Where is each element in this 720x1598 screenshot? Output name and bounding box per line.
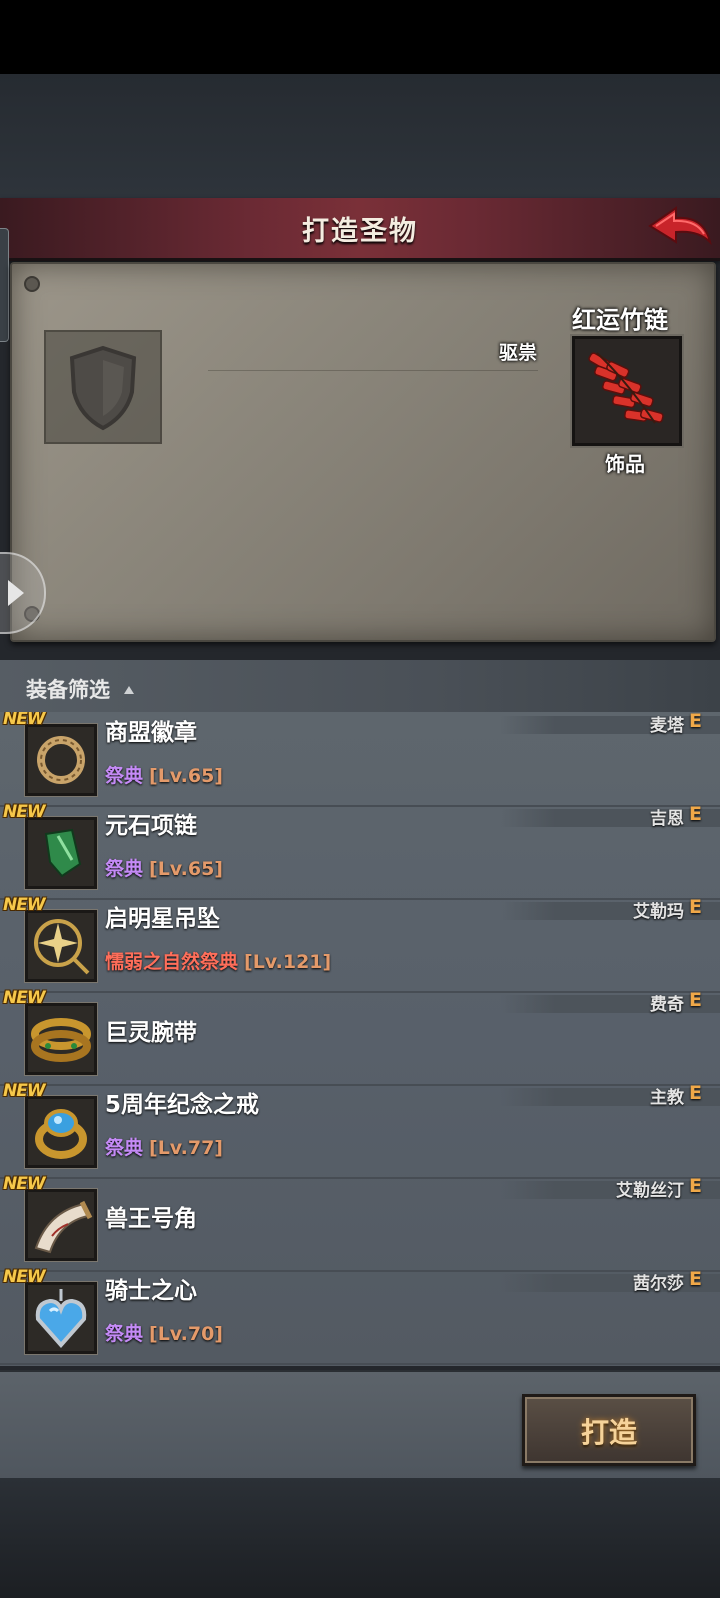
item-requirement: 祭典 [Lv.77] <box>105 1133 223 1160</box>
craft-button-label: 打造 <box>580 1416 637 1449</box>
new-badge: NEW <box>3 988 46 1008</box>
requirement-level: [Lv.121] <box>244 951 332 973</box>
grade-badge: E <box>689 1175 702 1197</box>
item-requirement: 祭典 [Lv.65] <box>105 854 223 881</box>
item-name: 巨灵腕带 <box>105 1020 197 1046</box>
grade-badge: E <box>689 989 702 1011</box>
side-tab[interactable] <box>0 228 9 342</box>
firecracker-icon <box>588 352 664 424</box>
compass-star-pendant-icon <box>34 919 90 975</box>
list-item[interactable]: NEW 元石项链祭典 [Lv.65] 吉恩 E <box>0 802 720 900</box>
caret-up-icon[interactable] <box>124 686 134 694</box>
selected-item-slot[interactable] <box>572 336 682 446</box>
heart-pendant-icon <box>35 1289 87 1349</box>
item-icon-slot[interactable] <box>25 910 97 982</box>
item-list: NEW 商盟徽章 祭典 [Lv.65] 麦塔 E NEW 元石项链 祭典 [Lv.65] 吉恩 E NE… <box>0 712 720 1366</box>
requirement-text: 懦弱之自然祭典 <box>105 951 239 973</box>
requirement-text: 祭典 <box>105 765 144 787</box>
new-badge: NEW <box>3 1174 46 1194</box>
item-icon-slot[interactable] <box>25 817 97 889</box>
blue-gem-ring-icon <box>35 1109 87 1159</box>
selected-item-type: 饰品 <box>605 452 645 476</box>
rivet-icon <box>24 276 40 292</box>
divider <box>208 370 538 371</box>
item-icon-slot[interactable] <box>25 1003 97 1075</box>
empty-equipment-slot[interactable] <box>44 330 162 444</box>
hero-band <box>500 1088 720 1106</box>
shield-icon <box>69 345 137 431</box>
requirement-level: [Lv.65] <box>149 765 223 787</box>
item-requirement: 祭典 [Lv.65] <box>105 761 223 788</box>
list-item[interactable]: NEW 巨灵腕带 费奇 E <box>0 988 720 1086</box>
item-name: 商盟徽章 <box>105 720 197 746</box>
hero-name: 主教 <box>650 1088 684 1108</box>
hero-name: 茜尔莎 <box>633 1274 684 1294</box>
hero-band <box>500 1181 720 1199</box>
item-name: 5周年纪念之戒 <box>105 1092 260 1118</box>
play-arrow-icon <box>8 580 24 606</box>
grade-badge: E <box>689 1082 702 1104</box>
new-badge: NEW <box>3 712 46 729</box>
item-name: 骑士之心 <box>105 1278 197 1304</box>
requirement-level: [Lv.65] <box>149 858 223 880</box>
item-icon-slot[interactable] <box>25 724 97 796</box>
requirement-level: [Lv.70] <box>149 1323 223 1345</box>
selected-item-tag: 驱祟 <box>498 342 537 364</box>
back-arrow-icon[interactable] <box>646 202 714 252</box>
grade-badge: E <box>689 803 702 825</box>
new-badge: NEW <box>3 802 46 822</box>
hero-band <box>500 809 720 827</box>
item-icon-slot[interactable] <box>25 1096 97 1168</box>
gold-bracelet-icon <box>31 1018 91 1062</box>
background-bottom <box>0 1478 720 1598</box>
new-badge: NEW <box>3 1081 46 1101</box>
title-bar: 打造圣物 <box>0 198 720 261</box>
craft-button[interactable]: 打造 <box>522 1394 696 1466</box>
grade-badge: E <box>689 1268 702 1290</box>
horn-icon <box>34 1200 93 1254</box>
hero-band <box>500 1274 720 1292</box>
requirement-text: 祭典 <box>105 858 144 880</box>
hero-band <box>500 995 720 1013</box>
new-badge: NEW <box>3 895 46 915</box>
item-name: 启明星吊坠 <box>105 906 220 932</box>
hero-name: 麦塔 <box>650 716 684 736</box>
selected-item-name: 红运竹链 <box>572 306 668 334</box>
list-item[interactable]: NEW 启明星吊坠懦弱之自然祭典 [Lv.121] 艾勒玛 E <box>0 895 720 993</box>
item-name: 兽王号角 <box>105 1206 197 1232</box>
list-item[interactable]: NEW 骑士之心祭典 [Lv.70] 茜尔莎 E <box>0 1267 720 1365</box>
green-crystal-necklace-icon <box>44 828 82 878</box>
requirement-text: 祭典 <box>105 1323 144 1345</box>
requirement-level: [Lv.77] <box>149 1137 223 1159</box>
page-title: 打造圣物 <box>302 216 418 247</box>
ring-coil-icon <box>37 736 85 784</box>
expand-arrow-button[interactable] <box>0 552 46 634</box>
hero-name: 艾勒丝汀 <box>616 1181 684 1201</box>
item-requirement: 懦弱之自然祭典 [Lv.121] <box>105 947 331 974</box>
item-icon-slot[interactable] <box>25 1282 97 1354</box>
item-requirement: 祭典 [Lv.70] <box>105 1319 223 1346</box>
new-badge: NEW <box>3 1267 46 1287</box>
background-top <box>0 74 720 198</box>
hero-name: 费奇 <box>650 995 684 1015</box>
status-bar <box>0 0 720 74</box>
hero-name: 吉恩 <box>650 809 684 829</box>
hero-band <box>500 902 720 920</box>
list-item[interactable]: NEW 兽王号角 艾勒丝汀 E <box>0 1174 720 1272</box>
item-name: 元石项链 <box>105 813 197 839</box>
grade-badge: E <box>689 896 702 918</box>
grade-badge: E <box>689 712 702 732</box>
filter-label[interactable]: 装备筛选 <box>26 674 110 704</box>
item-icon-slot[interactable] <box>25 1189 97 1261</box>
list-item[interactable]: NEW 商盟徽章祭典 [Lv.65] 麦塔 E <box>0 712 720 807</box>
requirement-text: 祭典 <box>105 1137 144 1159</box>
list-item[interactable]: NEW 5周年纪念之戒 祭典 [Lv.77] 主教 E <box>0 1081 720 1179</box>
hero-name: 艾勒玛 <box>633 902 684 922</box>
hero-band <box>500 716 720 734</box>
